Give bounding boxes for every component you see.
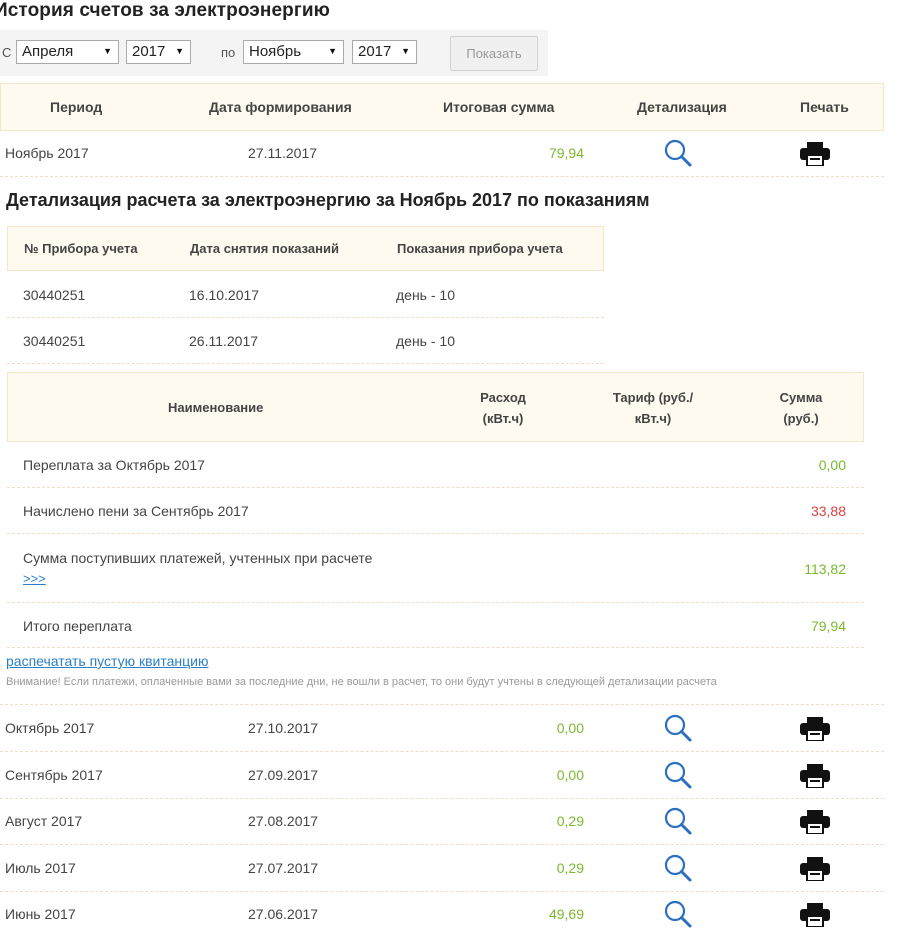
row-total: 0,00 bbox=[556, 720, 584, 736]
row-total: 49,69 bbox=[548, 906, 584, 922]
header-tariff-line1: Тариф (руб./ bbox=[612, 390, 694, 405]
from-label: С bbox=[2, 45, 12, 60]
header-name: Наименование bbox=[168, 400, 264, 415]
calc-row-name: Сумма поступивших платежей, учтенных при… bbox=[23, 550, 373, 566]
magnifier-icon[interactable] bbox=[663, 899, 693, 929]
divider bbox=[0, 704, 884, 705]
history-row: Октябрь 2017 27.10.2017 0,00 bbox=[0, 706, 884, 752]
row-date: 27.09.2017 bbox=[248, 766, 319, 783]
row-period: Июнь 2017 bbox=[5, 906, 76, 922]
header-tariff: Тариф (руб./ кВт.ч) bbox=[603, 387, 703, 429]
dropdown-arrow-icon: ▼ bbox=[103, 46, 112, 56]
print-empty-receipt-link[interactable]: распечатать пустую квитанцию bbox=[6, 653, 208, 669]
history-row-current: Ноябрь 2017 27.11.2017 79,94 bbox=[0, 131, 884, 177]
row-date: 27.07.2017 bbox=[248, 859, 319, 876]
calc-row-name: Начислено пени за Сентябрь 2017 bbox=[23, 503, 249, 519]
calc-row-total: Итого переплата 79,94 bbox=[7, 603, 864, 648]
reading-value: день - 10 bbox=[396, 287, 455, 303]
calc-row-value: 0,00 bbox=[818, 457, 846, 473]
from-year-value: 2017 bbox=[132, 43, 166, 60]
reading-date: 16.10.2017 bbox=[189, 287, 260, 303]
calc-table-header: Наименование Расход (кВт.ч) Тариф (руб./… bbox=[7, 372, 864, 442]
to-month-value: Ноябрь bbox=[249, 43, 302, 60]
calc-row-value: 33,88 bbox=[810, 503, 846, 519]
dropdown-arrow-icon: ▼ bbox=[328, 46, 337, 56]
row-period: Ноябрь 2017 bbox=[5, 145, 89, 161]
row-total: 0,29 bbox=[556, 859, 584, 876]
warning-note: Внимание! Если платежи, оплаченные вами … bbox=[6, 676, 717, 688]
row-date: 27.08.2017 bbox=[248, 813, 319, 829]
device-table-header: № Прибора учета Дата снятия показаний По… bbox=[7, 226, 604, 271]
magnifier-icon[interactable] bbox=[663, 138, 693, 168]
header-print: Печать bbox=[800, 99, 849, 115]
history-row: Август 2017 27.08.2017 0,29 bbox=[0, 799, 884, 845]
header-sum-line2: (руб.) bbox=[783, 411, 819, 426]
row-total: 0,29 bbox=[556, 813, 584, 829]
detail-title: Детализация расчета за электроэнергию за… bbox=[6, 190, 650, 210]
magnifier-icon[interactable] bbox=[663, 853, 693, 883]
header-total: Итоговая сумма bbox=[443, 99, 555, 115]
printer-icon[interactable] bbox=[800, 717, 830, 741]
device-row: 30440251 16.10.2017 день - 10 bbox=[7, 272, 604, 318]
header-sum-line1: Сумма bbox=[779, 390, 823, 405]
header-device: № Прибора учета bbox=[24, 241, 138, 256]
row-date: 27.10.2017 bbox=[248, 720, 319, 736]
calc-row: Начислено пени за Сентябрь 2017 33,88 bbox=[7, 488, 864, 534]
header-usage: Расход (кВт.ч) bbox=[468, 387, 538, 429]
history-row: Сентябрь 2017 27.09.2017 0,00 bbox=[0, 753, 884, 799]
header-sum: Сумма (руб.) bbox=[766, 387, 836, 429]
printer-icon[interactable] bbox=[800, 856, 830, 881]
header-usage-line1: Расход bbox=[480, 390, 526, 405]
history-table-header: Период Дата формирования Итоговая сумма … bbox=[0, 83, 884, 131]
calc-row-name: Итого переплата bbox=[23, 618, 132, 634]
header-tariff-line2: кВт.ч) bbox=[634, 411, 672, 426]
to-month-select[interactable]: Ноябрь ▼ bbox=[243, 40, 344, 64]
magnifier-icon[interactable] bbox=[663, 713, 693, 743]
to-year-value: 2017 bbox=[358, 43, 392, 60]
show-button[interactable]: Показать bbox=[450, 36, 538, 71]
calc-row: Сумма поступивших платежей, учтенных при… bbox=[7, 534, 864, 603]
history-row: Июнь 2017 27.06.2017 49,69 bbox=[0, 892, 884, 931]
row-date: 27.11.2017 bbox=[248, 145, 318, 161]
calc-row-value: 79,94 bbox=[810, 618, 846, 634]
from-month-value: Апреля bbox=[22, 43, 74, 60]
calc-row-value: 113,82 bbox=[804, 561, 846, 577]
from-year-select[interactable]: 2017 ▼ bbox=[126, 40, 191, 64]
header-detail: Детализация bbox=[637, 99, 727, 115]
row-period: Сентябрь 2017 bbox=[5, 766, 103, 783]
reading-date: 26.11.2017 bbox=[189, 333, 259, 349]
magnifier-icon[interactable] bbox=[663, 806, 693, 836]
history-row: Июль 2017 27.07.2017 0,29 bbox=[0, 846, 884, 892]
row-period: Август 2017 bbox=[5, 813, 83, 829]
row-total: 79,94 bbox=[548, 145, 584, 161]
printer-icon[interactable] bbox=[800, 142, 830, 166]
row-date: 27.06.2017 bbox=[248, 906, 319, 922]
device-row: 30440251 26.11.2017 день - 10 bbox=[7, 318, 604, 364]
reading-value: день - 10 bbox=[396, 333, 455, 349]
printer-icon[interactable] bbox=[800, 903, 830, 927]
magnifier-icon[interactable] bbox=[663, 760, 693, 790]
header-period: Период bbox=[50, 99, 103, 115]
header-reading-date: Дата снятия показаний bbox=[190, 241, 339, 256]
header-usage-line2: (кВт.ч) bbox=[482, 411, 524, 426]
printer-icon[interactable] bbox=[800, 810, 830, 834]
header-reading: Показания прибора учета bbox=[397, 241, 563, 256]
calc-row: Переплата за Октябрь 2017 0,00 bbox=[7, 443, 864, 488]
to-label: по bbox=[221, 45, 236, 60]
printer-icon[interactable] bbox=[800, 763, 830, 788]
from-month-select[interactable]: Апреля ▼ bbox=[16, 40, 119, 64]
row-period: Июль 2017 bbox=[5, 859, 76, 876]
row-period: Октябрь 2017 bbox=[5, 720, 95, 736]
device-number: 30440251 bbox=[23, 287, 86, 303]
period-filter: С Апреля ▼ 2017 ▼ по Ноябрь ▼ 2017 ▼ Показат… bbox=[0, 30, 548, 76]
page-title: История счетов за электроэнергию bbox=[0, 0, 330, 21]
to-year-select[interactable]: 2017 ▼ bbox=[352, 40, 417, 64]
header-date: Дата формирования bbox=[209, 99, 352, 115]
dropdown-arrow-icon: ▼ bbox=[401, 46, 410, 56]
payments-more-link[interactable]: >>> bbox=[23, 571, 46, 586]
device-number: 30440251 bbox=[23, 333, 86, 349]
row-total: 0,00 bbox=[556, 766, 584, 783]
calc-row-name: Переплата за Октябрь 2017 bbox=[23, 457, 205, 473]
dropdown-arrow-icon: ▼ bbox=[175, 46, 184, 56]
